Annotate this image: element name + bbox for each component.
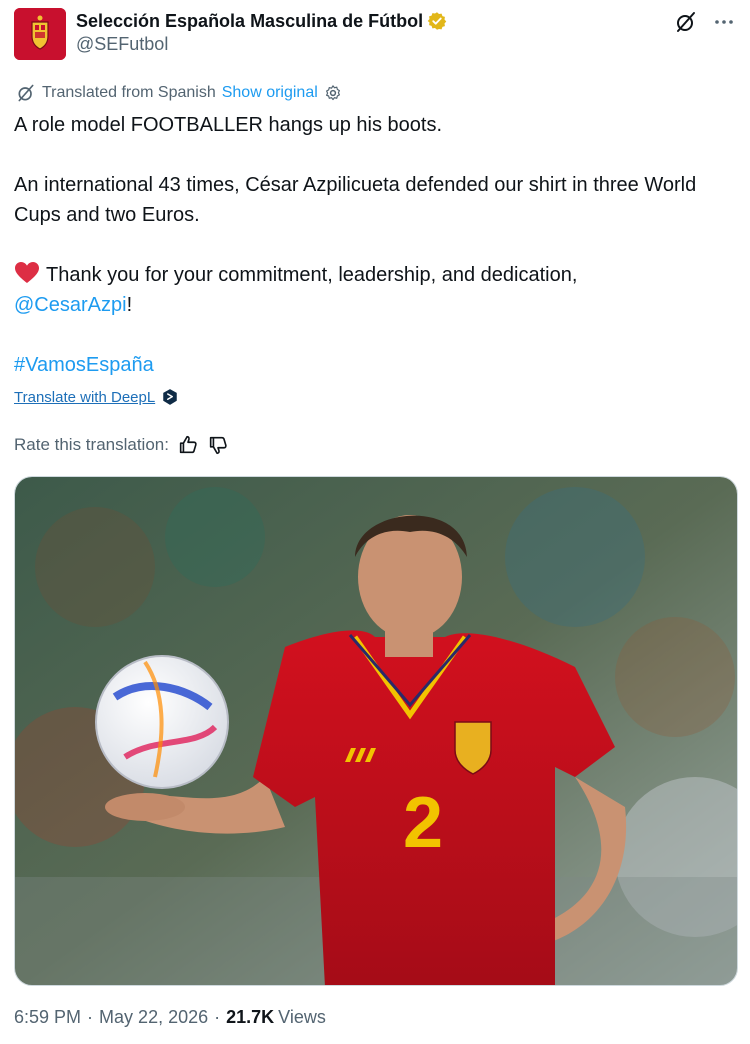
translated-label: Translated from Spanish [42,84,216,101]
views-label: Views [278,1007,326,1027]
rate-label: Rate this translation: [14,435,169,454]
mention-suffix: ! [126,294,133,316]
rate-translation: Rate this translation: [14,434,229,456]
translate-icon [18,84,34,102]
tweet-header: Selección Española Masculina de Fútbol @… [14,8,736,60]
account-names: Selección Española Masculina de Fútbol @… [76,10,447,56]
mention-link[interactable]: @CesarAzpi [14,294,127,316]
tweet-meta: 6:59 PM · May 22, 2026 · 21.7K Views [14,1007,326,1028]
more-icon[interactable] [712,10,736,34]
settings-icon[interactable] [324,84,342,102]
player-photo: 2 [15,477,737,985]
deepl-translate[interactable]: Translate with DeepL [14,388,179,406]
tweet-text: A role model FOOTBALLER hangs up his boo… [14,110,734,380]
grok-icon[interactable] [674,10,698,34]
tweet-line-3: Thank you for your commitment, leadershi… [14,260,734,320]
deepl-icon [163,389,177,405]
separator: · [214,1007,221,1027]
hashtag-link[interactable]: #VamosEspaña [14,354,154,376]
tweet-media-photo[interactable]: 2 [14,476,738,986]
display-name: Selección Española Masculina de Fútbol [76,11,424,31]
translation-bar: Translated from Spanish Show original [16,82,342,104]
views-count: 21.7K [226,1007,275,1027]
tweet-time[interactable]: 6:59 PM [14,1007,81,1028]
tweet-line-2: An international 43 times, César Azpilic… [14,174,697,226]
jersey-number: 2 [403,783,443,863]
top-actions [674,10,736,34]
thumbs-down-icon[interactable] [207,434,229,456]
separator: · [87,1007,94,1027]
account-handle[interactable]: @SEFutbol [76,32,447,56]
display-name-link[interactable]: Selección Española Masculina de Fútbol [76,10,447,32]
deepl-link[interactable]: Translate with DeepL [14,389,155,406]
thumbs-up-icon[interactable] [177,434,199,456]
thank-you-text: Thank you for your commitment, leadershi… [46,264,578,286]
avatar[interactable] [14,8,66,60]
verified-icon [427,12,447,30]
tweet-date[interactable]: May 22, 2026 [99,1007,208,1028]
tweet-line-1: A role model FOOTBALLER hangs up his boo… [14,114,442,136]
heart-icon [15,262,39,283]
crest-logo [14,8,66,60]
show-original-link[interactable]: Show original [222,84,318,102]
